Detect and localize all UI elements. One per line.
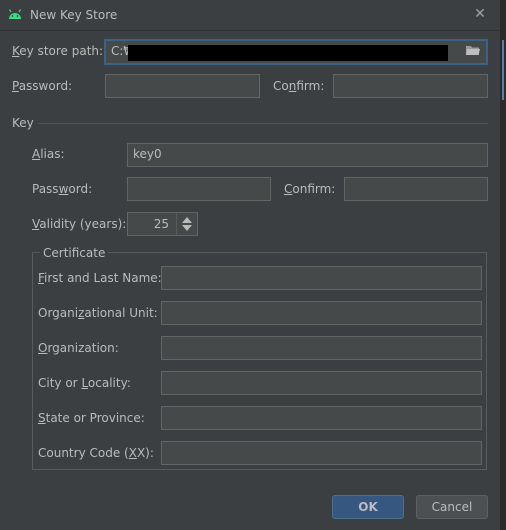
- organization-field[interactable]: [161, 336, 482, 360]
- keystore-path-label: Key store path:: [12, 44, 104, 58]
- country-code-field[interactable]: [161, 441, 482, 465]
- validity-stepper[interactable]: 25: [127, 212, 198, 236]
- org-unit-label: Organizational Unit:: [38, 306, 158, 320]
- key-password-label: Password:: [32, 182, 93, 196]
- cancel-button[interactable]: Cancel: [416, 495, 488, 519]
- arrow-up-icon[interactable]: [182, 217, 192, 223]
- keystore-path-field[interactable]: C:₩: [104, 39, 488, 65]
- close-icon[interactable]: ✕: [470, 4, 490, 24]
- keystore-confirm-label: Confirm:: [273, 79, 325, 93]
- city-field[interactable]: [161, 371, 482, 395]
- state-field[interactable]: [161, 406, 482, 430]
- redacted-path: [128, 45, 448, 61]
- alias-field[interactable]: key0: [127, 143, 488, 167]
- organization-label: Organization:: [38, 341, 119, 355]
- keystore-password-label: Password:: [12, 79, 73, 93]
- window-edge: [500, 0, 506, 530]
- keystore-confirm-field[interactable]: [333, 74, 488, 98]
- validity-value: 25: [153, 217, 169, 231]
- title-bar: New Key Store ✕: [0, 0, 506, 31]
- key-password-field[interactable]: [127, 177, 271, 201]
- alias-label: Alias:: [32, 147, 65, 161]
- ok-button[interactable]: OK: [332, 495, 404, 519]
- arrow-down-icon[interactable]: [182, 225, 192, 231]
- key-section-divider: [38, 123, 488, 124]
- first-last-name-label: First and Last Name:: [38, 271, 162, 285]
- certificate-title: Certificate: [40, 246, 109, 260]
- folder-icon[interactable]: [466, 45, 480, 56]
- org-unit-field[interactable]: [161, 301, 482, 325]
- window-title: New Key Store: [30, 8, 118, 22]
- first-last-name-field[interactable]: [161, 266, 482, 290]
- state-label: State or Province:: [38, 411, 145, 425]
- validity-label: Validity (years):: [32, 217, 127, 231]
- country-code-label: Country Code (XX):: [38, 446, 154, 460]
- validity-stepper-buttons[interactable]: [176, 213, 197, 235]
- keystore-password-field[interactable]: [105, 74, 260, 98]
- key-section-label: Key: [12, 116, 34, 130]
- city-label: City or Locality:: [38, 376, 131, 390]
- key-confirm-field[interactable]: [344, 177, 488, 201]
- key-confirm-label: Confirm:: [284, 182, 336, 196]
- android-icon: [8, 9, 22, 19]
